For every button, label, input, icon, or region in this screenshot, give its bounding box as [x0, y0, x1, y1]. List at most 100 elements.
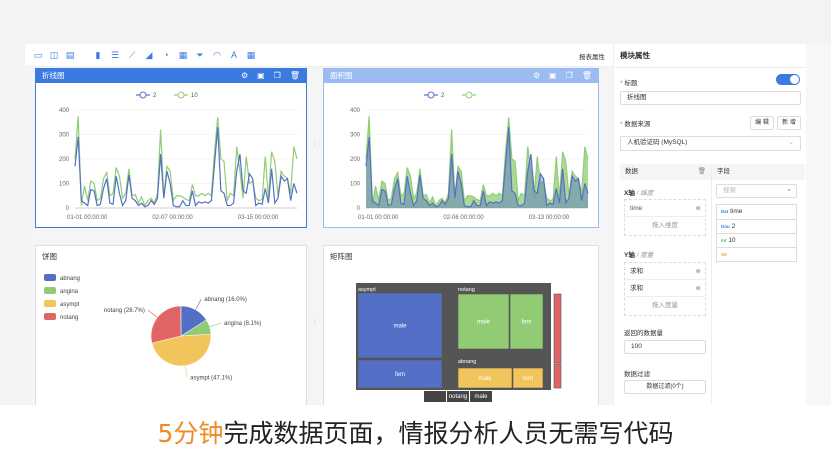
layout-3col-icon[interactable]: ▤	[65, 51, 75, 60]
y-tick-label: 400	[59, 108, 70, 114]
field-search-input[interactable]: 搜索 ⌕	[716, 184, 797, 198]
funnel-icon[interactable]: ⏷	[195, 51, 205, 60]
settings-icon[interactable]: ⚙	[241, 69, 248, 83]
y-tick-label: 300	[59, 133, 70, 139]
report-properties-tab[interactable]: 报表属性	[579, 51, 605, 61]
legend-label: 2	[441, 93, 445, 99]
legend-swatch	[44, 274, 56, 281]
pie-chart-panel[interactable]: 饼图 abnang (16.0%) abnang angina (8.1%) angi…	[35, 245, 307, 407]
data-filter-button[interactable]: 数据过滤(0个)	[624, 380, 706, 394]
chart-toolbar: ▭ ◫ ▤ ▮ ☰ ⟋ ◢ ◔ ▦ ⏷ ◠ A ▦ 报表属性	[25, 44, 613, 67]
return-count-input[interactable]: 100	[624, 340, 706, 354]
x-axis-dropzone[interactable]: time ⊗ 拖入维度	[624, 199, 706, 236]
line-chart-icon[interactable]: ⟋	[127, 51, 137, 60]
y-tick-label: 100	[59, 182, 70, 188]
remove-icon[interactable]: ⊗	[696, 280, 701, 297]
breadcrumb-label: male	[474, 394, 488, 400]
title-input[interactable]: 折线图	[620, 91, 801, 105]
resize-handle[interactable]: ⁞	[314, 320, 316, 326]
panel-title: 折线图	[42, 71, 65, 80]
treemap-panel[interactable]: 矩阵图 asympt male fem notang male fem abnang male…	[323, 245, 599, 407]
gauge-icon[interactable]: ◠	[212, 51, 222, 60]
settings-icon[interactable]: ⚙	[533, 69, 540, 83]
image-icon[interactable]: ▣	[257, 69, 265, 83]
delete-icon[interactable]: 🗑	[582, 69, 592, 83]
pie-data-label: notang (28.7%)	[104, 308, 145, 314]
legend-label: notang	[60, 315, 78, 321]
pie-chart: abnang (16.0%) abnang angina (8.1%) angina a…	[44, 274, 261, 382]
x-axis-field: time	[630, 205, 643, 212]
field-list: Dat time Dou 2 Int 10 Str	[716, 204, 797, 262]
bar-chart-icon[interactable]: ▮	[93, 51, 103, 60]
title-label: 标题	[624, 80, 638, 87]
field-item[interactable]: Str	[717, 247, 796, 261]
pie-data-label: asympt (47.1%)	[190, 376, 232, 382]
area-chart-icon[interactable]: ◢	[144, 51, 154, 60]
y-axis-field: 求和	[630, 285, 643, 292]
field-type-badge: Dat	[721, 209, 729, 214]
treemap-group-label: an	[552, 287, 558, 293]
y-axis-dropzone[interactable]: 求和 ⊗ 求和 ⊗ 拖入度量	[624, 262, 706, 316]
resize-handle[interactable]: ⁞	[314, 142, 316, 148]
hbar-chart-icon[interactable]: ☰	[110, 51, 120, 60]
edit-button[interactable]: 编 辑	[750, 116, 774, 130]
pie-chart-icon[interactable]: ◔	[161, 51, 171, 60]
field-item[interactable]: Dat time	[717, 205, 796, 219]
panel-header: 面积图 ⚙ ▣ ❐ 🗑	[324, 69, 598, 83]
delete-icon[interactable]: 🗑	[290, 69, 300, 83]
field-item[interactable]: Dou 2	[717, 219, 796, 233]
legend-swatch	[44, 313, 56, 320]
table-icon[interactable]: ▦	[246, 51, 256, 60]
treemap-cell	[553, 363, 562, 389]
x-tick-label: 03-13 00:00:00	[529, 215, 570, 221]
label-line	[209, 322, 222, 328]
copy-icon[interactable]: ❐	[566, 69, 573, 83]
line-series-2	[365, 127, 589, 208]
datasource-label: 数据来源	[624, 121, 651, 128]
title-toggle[interactable]	[776, 74, 800, 85]
panel-heading: 模块属性	[614, 44, 806, 68]
layout-1col-icon[interactable]: ▭	[33, 51, 43, 60]
x-tick-label: 03-15 00:00:00	[238, 215, 279, 221]
legend-label: abnang	[60, 276, 80, 282]
treemap-cell-label: male	[478, 376, 492, 382]
label-line	[147, 309, 158, 318]
label-line	[185, 365, 188, 378]
panel-header: 折线图 ⚙ ▣ ❐ 🗑	[36, 69, 306, 83]
text-icon[interactable]: A	[229, 51, 239, 60]
copy-icon[interactable]: ❐	[274, 69, 281, 83]
data-filter-label: 数据过滤	[624, 371, 650, 378]
treemap-group-label: asympt	[358, 287, 376, 293]
area-chart-panel[interactable]: 面积图 ⚙ ▣ ❐ 🗑 0 100 200 300 400 01-01 00:00:00 02-0…	[323, 68, 599, 228]
treemap-cell-label: male	[393, 324, 407, 330]
x-tick-label: 01-01 00:00:00	[67, 215, 108, 221]
caption-highlight: 5分钟	[157, 419, 224, 448]
legend-swatch	[44, 287, 56, 294]
treemap-icon[interactable]: ▦	[178, 51, 188, 60]
image-icon[interactable]: ▣	[549, 69, 557, 83]
treemap-cell	[553, 293, 562, 364]
datasource-select[interactable]: 人机验证码 (MySQL) ⌄	[620, 136, 801, 151]
line-chart-panel[interactable]: 折线图 ⚙ ▣ ❐ 🗑 0 100 200 300 400 01-01 00:00:00 02-0…	[35, 68, 307, 228]
field-item[interactable]: Int 10	[717, 233, 796, 247]
new-button[interactable]: 新 增	[777, 116, 801, 130]
y-tick-label: 200	[350, 157, 361, 163]
line-series-2	[74, 127, 298, 208]
remove-icon[interactable]: ⊗	[696, 200, 701, 217]
data-section-header: 数据 🗑	[620, 164, 711, 180]
remove-icon[interactable]: ⊗	[696, 263, 701, 280]
pie-data-label: abnang (16.0%)	[204, 297, 247, 303]
caption: 5分钟完成数据页面，情报分析人员无需写代码	[0, 405, 831, 462]
breadcrumb-label: notang	[449, 394, 467, 400]
y-tick-label: 100	[350, 182, 361, 188]
treemap-chart: asympt male fem notang male fem abnang male fem a…	[356, 283, 562, 402]
field-type-badge: Str	[721, 252, 728, 257]
treemap-cell-label: fem	[521, 320, 531, 326]
y-tick-label: 200	[59, 157, 70, 163]
field-name: time	[730, 208, 743, 215]
field-name: 10	[728, 237, 736, 244]
trash-icon[interactable]: 🗑	[698, 164, 706, 180]
y-tick-label: 0	[357, 206, 361, 212]
layout-2col-icon[interactable]: ◫	[49, 51, 59, 60]
y-drop-hint: 拖入度量	[652, 302, 678, 309]
